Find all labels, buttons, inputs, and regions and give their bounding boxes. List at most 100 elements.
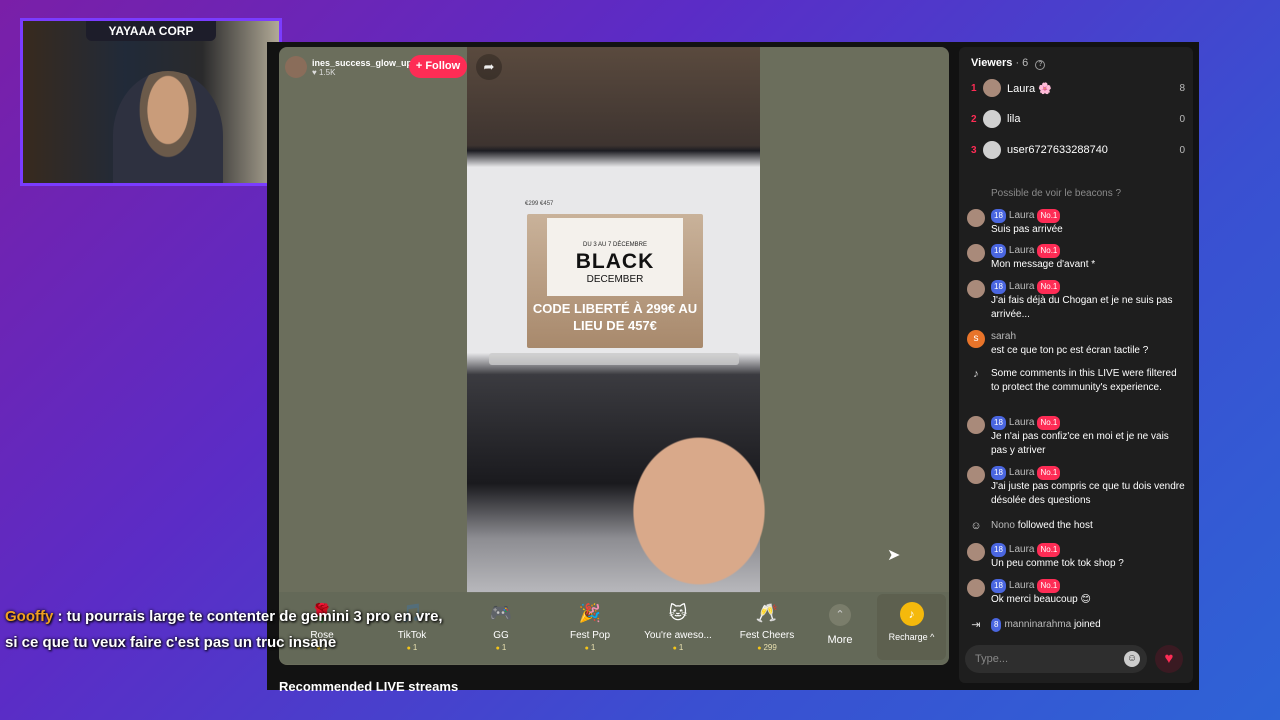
- avatar[interactable]: [967, 543, 985, 561]
- gift-icon: 🎮: [489, 603, 513, 623]
- rank-badge: No.1: [1037, 579, 1061, 593]
- chat-input[interactable]: Type...: [965, 645, 1147, 673]
- rank-badge: No.1: [1037, 416, 1061, 430]
- viewers-title: Viewers: [971, 57, 1013, 69]
- user-check-icon: ☺: [970, 520, 982, 532]
- avatar[interactable]: [967, 466, 985, 484]
- gift-price: 1: [553, 643, 627, 652]
- rank-badge: No.1: [1037, 280, 1061, 294]
- avatar[interactable]: [967, 244, 985, 262]
- help-icon[interactable]: ?: [1035, 60, 1046, 70]
- promo-title: BLACK: [575, 250, 655, 273]
- chat-message[interactable]: 18 Laura No.1 Suis pas arrivée: [967, 209, 1185, 237]
- gift-item[interactable]: 🥂 Fest Cheers 299: [730, 600, 804, 652]
- message-text: Possible de voir le beacons ?: [991, 188, 1122, 199]
- event-text: followed the host: [1017, 520, 1093, 531]
- rank-badge: No.1: [1037, 543, 1061, 557]
- chat-message: Possible de voir le beacons ?: [967, 187, 1185, 201]
- chat-message[interactable]: 18 Laura No.1 J'ai juste pas compris ce qu…: [967, 466, 1185, 508]
- message-author[interactable]: Laura: [1009, 281, 1035, 292]
- avatar[interactable]: s: [967, 330, 985, 348]
- gift-item[interactable]: 🎮 GG 1: [464, 600, 538, 652]
- event-author[interactable]: Nono: [991, 520, 1015, 531]
- level-badge: 18: [991, 579, 1006, 593]
- viewer-row[interactable]: 1 Laura 🌸 8: [971, 78, 1185, 98]
- chat-message[interactable]: s sarah est ce que ton pc est écran tact…: [967, 330, 1185, 358]
- viewer-row[interactable]: 2 lila 0: [971, 109, 1185, 129]
- chat-text-line2: si ce que tu veux faire c'est pas un tru…: [5, 634, 337, 651]
- viewer-score: 0: [1179, 113, 1185, 125]
- event-author[interactable]: manninarahma: [1004, 619, 1071, 630]
- live-video[interactable]: €299 €457 DU 3 AU 7 DÉCEMBRE BLACK DECEM…: [467, 47, 900, 593]
- rank-badge: No.1: [1037, 244, 1061, 258]
- heart-icon[interactable]: ♥: [1155, 645, 1183, 673]
- level-badge: 18: [991, 543, 1006, 557]
- share-icon[interactable]: ➦: [476, 54, 502, 80]
- promo-subtitle: DECEMBER: [586, 274, 644, 285]
- more-gifts-button[interactable]: ⌃ More: [822, 604, 858, 646]
- avatar[interactable]: [967, 416, 985, 434]
- promo-banner: DU 3 AU 7 DÉCEMBRE BLACK DECEMBER CODE L…: [527, 214, 703, 348]
- system-message: ♪ Some comments in this LIVE were filter…: [967, 367, 1185, 395]
- message-text: J'ai fais déjà du Chogan et je ne suis p…: [991, 295, 1173, 320]
- viewer-row[interactable]: 3 user6727633288740 0: [971, 140, 1185, 160]
- message-author[interactable]: Laura: [1009, 417, 1035, 428]
- follow-event: ☺ Nono followed the host: [967, 519, 1185, 533]
- gift-icon: 🥂: [755, 603, 779, 623]
- gift-price: 1: [641, 643, 715, 652]
- level-badge: 18: [991, 416, 1006, 430]
- message-author[interactable]: sarah: [991, 331, 1016, 342]
- host-name[interactable]: ines_success_glow_up: [312, 58, 412, 68]
- gift-item[interactable]: 🐱 You're aweso... 1: [641, 600, 715, 652]
- host-avatar[interactable]: [285, 56, 307, 78]
- gift-icon: 🎉: [578, 603, 602, 623]
- message-text: J'ai juste pas compris ce que tu dois ve…: [991, 481, 1185, 506]
- join-icon: ⇥: [971, 619, 981, 631]
- cursor-icon: ➤: [887, 547, 901, 564]
- avatar: [983, 110, 1001, 128]
- follow-button[interactable]: + Follow: [409, 55, 467, 78]
- rank-badge: No.1: [1037, 209, 1061, 223]
- message-author[interactable]: Laura: [1009, 580, 1035, 591]
- promo-dates: DU 3 AU 7 DÉCEMBRE: [582, 242, 648, 248]
- avatar[interactable]: [967, 579, 985, 597]
- recharge-button[interactable]: ♪ Recharge ^: [877, 594, 946, 660]
- join-event: ⇥ 8 manninarahma joined: [967, 618, 1185, 632]
- message-author[interactable]: Laura: [1009, 210, 1035, 221]
- gift-label: Fest Cheers: [739, 630, 795, 641]
- hand-image: [597, 397, 767, 587]
- viewers-header[interactable]: Viewers · 6 ?: [971, 57, 1046, 70]
- chat-message[interactable]: 18 Laura No.1 Ok merci beaucoup 😊: [967, 579, 1185, 607]
- chat-message[interactable]: 18 Laura No.1 J'ai fais déjà du Chogan et …: [967, 280, 1185, 322]
- message-text: Some comments in this LIVE were filtered…: [991, 368, 1177, 393]
- gift-item[interactable]: 🎉 Fest Pop 1: [553, 600, 627, 652]
- message-text: est ce que ton pc est écran tactile ?: [991, 345, 1149, 356]
- avatar[interactable]: [967, 209, 985, 227]
- stream-chat-overlay: Gooffy : tu pourrais large te contenter …: [5, 604, 475, 656]
- message-author[interactable]: Laura: [1009, 467, 1035, 478]
- viewer-name: user6727633288740: [1007, 144, 1108, 156]
- message-text: Suis pas arrivée: [991, 224, 1063, 235]
- chat-message[interactable]: 18 Laura No.1 Mon message d'avant *: [967, 244, 1185, 272]
- message-text: Mon message d'avant *: [991, 259, 1096, 270]
- chat-text-line1: : tu pourrais large te contenter de gemi…: [53, 608, 443, 625]
- host-info[interactable]: ines_success_glow_up ♥ 1.5K: [285, 54, 412, 80]
- avatar[interactable]: [967, 280, 985, 298]
- gift-price: 299: [730, 643, 804, 652]
- emoji-icon[interactable]: ☺: [1124, 651, 1140, 667]
- tiktok-icon: ♪: [973, 368, 979, 380]
- more-label: More: [827, 634, 853, 646]
- chat-message[interactable]: 18 Laura No.1 Un peu comme tok tok shop ?: [967, 543, 1185, 571]
- message-author[interactable]: Laura: [1009, 544, 1035, 555]
- level-badge: 18: [991, 244, 1006, 258]
- message-author[interactable]: Laura: [1009, 245, 1035, 256]
- message-text: Un peu comme tok tok shop ?: [991, 558, 1124, 569]
- chat-message[interactable]: 18 Laura No.1 Je n'ai pas confiz'ce en moi…: [967, 416, 1185, 458]
- viewer-score: 8: [1179, 82, 1185, 94]
- viewer-score: 0: [1179, 144, 1185, 156]
- host-likes: ♥ 1.5K: [312, 67, 336, 77]
- video-area[interactable]: €299 €457 DU 3 AU 7 DÉCEMBRE BLACK DECEM…: [279, 47, 949, 665]
- recharge-label: Recharge ^: [888, 632, 935, 642]
- webcam-title: YAYAAA CORP: [86, 21, 216, 41]
- chat-username: Gooffy: [5, 608, 54, 625]
